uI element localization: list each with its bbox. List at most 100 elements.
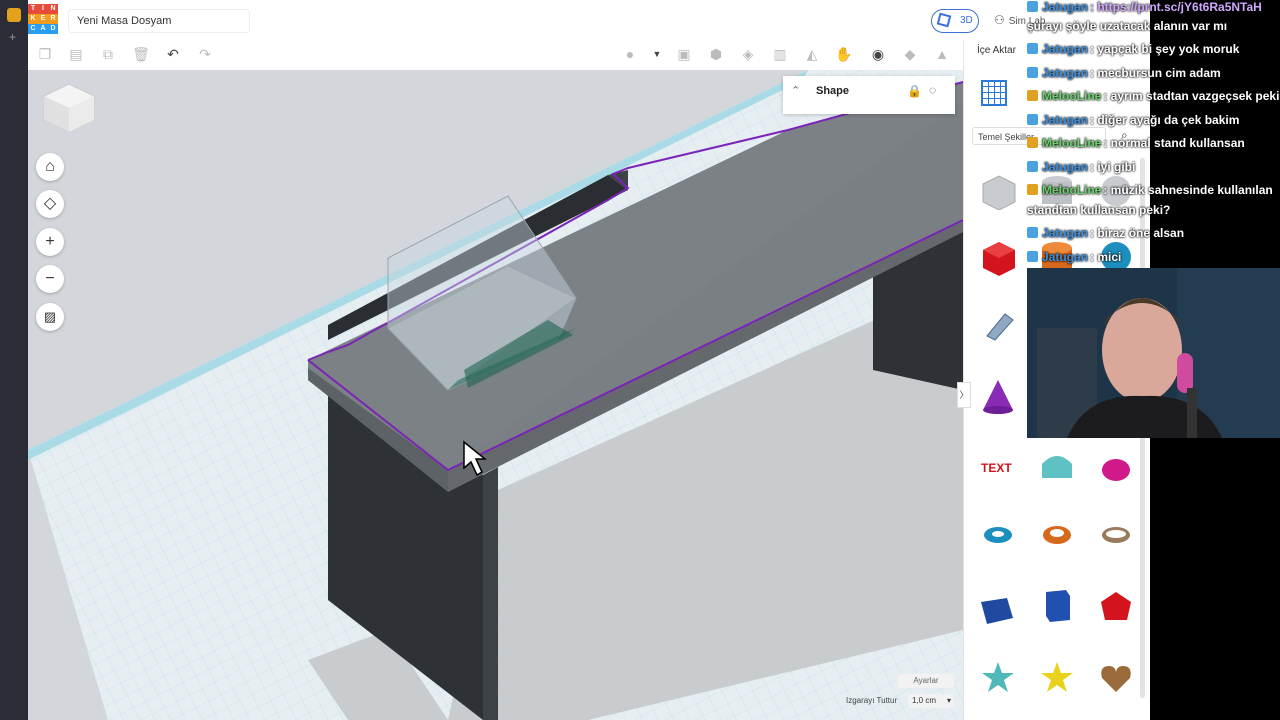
app-icon[interactable] [7, 8, 21, 22]
shape-text[interactable]: TEXT [979, 446, 1017, 484]
tinkercad-window: + T I N K E R C A D Yeni Masa Dosyam 3D … [0, 0, 1150, 720]
chat-message: Jatugan: biraz öne alsan [1027, 226, 1184, 240]
paste-icon[interactable]: ▤ [67, 45, 85, 63]
logo-letter: C [28, 24, 38, 34]
shape-inspector-panel: ⌃ Shape 🔒 ◌ [783, 76, 955, 114]
chat-message: Jatugan: yapçak bi şey yok moruk [1027, 42, 1239, 56]
logo-letter: I [38, 4, 48, 14]
chat-badge-icon [1027, 251, 1038, 262]
chat-message: MelooLine: ayrım stadtan vazgeçsek peki [1027, 89, 1279, 103]
shape-paraboloid[interactable] [1097, 446, 1135, 484]
shape-heart[interactable] [1097, 658, 1135, 696]
settings-button[interactable]: Ayarlar [898, 674, 954, 688]
shape-panel-title: Shape [816, 85, 850, 97]
chat-message: Jatugan: mecbursun cim adam [1027, 66, 1221, 80]
chat-badge-icon [1027, 227, 1038, 238]
chat-message: Jatugan: https://prnt.sc/jY6t6Ra5NTaH [1027, 0, 1262, 14]
chat-message: MelooLine: müzik sahnesinde kullanılan [1027, 183, 1273, 197]
cruise-icon[interactable]: ✋ [835, 45, 853, 63]
collapse-panel-button[interactable]: 〉 [957, 382, 971, 408]
sim-icon: ⚇ [994, 13, 1005, 27]
webcam-image [1027, 268, 1280, 438]
note-icon[interactable]: ▣ [675, 45, 693, 63]
ungroup-icon[interactable]: ◈ [739, 45, 757, 63]
align-icon[interactable]: ▥ [771, 45, 789, 63]
zoom-out-button[interactable]: − [36, 265, 64, 293]
shape-cone[interactable] [979, 378, 1017, 416]
shape-star[interactable] [979, 658, 1017, 696]
chat-text: : ayrım stadtan vazgeçsek peki [1103, 89, 1280, 103]
top-bar: T I N K E R C A D Yeni Masa Dosyam 3D ⚇ S… [28, 0, 1150, 41]
chat-badge-icon [1027, 90, 1038, 101]
3d-workplane-viewport[interactable]: ⌂ ◇ + − ▨ ⌃ Shape 🔒 ◌ Ayarlar Izgarayı T… [28, 70, 963, 720]
light-icon[interactable]: ● [621, 45, 639, 63]
shape-box-hole[interactable] [979, 172, 1017, 210]
tinkercad-logo[interactable]: T I N K E R C A D [28, 4, 58, 34]
view-cube[interactable] [42, 80, 96, 134]
perspective-icon: ▨ [43, 309, 57, 324]
logo-letter: E [38, 14, 48, 24]
fit-view-button[interactable]: ◇ [36, 190, 64, 218]
shape-polygon[interactable] [1038, 586, 1076, 624]
chat-text: : mecbursun cim adam [1090, 66, 1221, 80]
view-3d-label: 3D [960, 15, 973, 26]
chat-message: şurayı şöyle uzatacak alanın var mı [1027, 19, 1227, 33]
scene-canvas[interactable] [28, 70, 963, 720]
grid-snap-select[interactable]: 1,0 cm ▾ [908, 694, 954, 708]
logo-letter: A [38, 24, 48, 34]
stream-chat-overlay: Jatugan: https://prnt.sc/jY6t6Ra5NTaH şur… [1027, 0, 1280, 268]
lock-icon[interactable]: 🔒 [907, 84, 922, 98]
shape-scribble[interactable] [979, 306, 1017, 344]
shape-star-solid[interactable] [1038, 658, 1076, 696]
hide-icon[interactable]: ◌ [929, 83, 936, 97]
copy-icon[interactable]: ❐ [36, 45, 54, 63]
logo-letter: K [28, 14, 38, 24]
shape-ring[interactable] [1097, 516, 1135, 554]
logo-letter: T [28, 4, 38, 14]
import-button[interactable]: İçe Aktar [977, 45, 1016, 56]
logo-letter: D [48, 24, 58, 34]
chat-username: Jatugan [1042, 42, 1089, 56]
grid-snap-value: 1,0 cm [912, 696, 937, 705]
chat-text: : müzik sahnesinde kullanılan [1103, 183, 1273, 197]
chat-badge-icon [1027, 43, 1038, 54]
group-icon[interactable]: ⬢ [707, 45, 725, 63]
workplane-icon[interactable]: ◉ [869, 45, 887, 63]
chat-username: MelooLine [1042, 183, 1102, 197]
plus-icon: + [45, 233, 55, 250]
ruler-icon[interactable]: ◆ [901, 45, 919, 63]
export-icon[interactable]: ▲ [933, 45, 951, 63]
shape-tube[interactable] [1038, 516, 1076, 554]
fit-view-icon: ◇ [43, 195, 57, 212]
redo-icon[interactable]: ↷ [196, 45, 214, 63]
mirror-icon[interactable]: ◭ [803, 45, 821, 63]
shape-wedge[interactable] [979, 590, 1017, 628]
duplicate-icon[interactable]: ⧉ [99, 45, 117, 63]
chat-username: Jatugan [1042, 160, 1089, 174]
minus-icon: − [45, 270, 55, 287]
undo-icon[interactable]: ↶ [164, 45, 182, 63]
delete-icon[interactable]: 🗑 [132, 45, 150, 63]
chat-username: Jatugan [1042, 66, 1089, 80]
chat-text: : yapçak bi şey yok moruk [1090, 42, 1240, 56]
shape-torus[interactable] [979, 516, 1017, 554]
chat-message: Jatugan: mici [1027, 250, 1121, 264]
chat-text: : normal stand kullansan [1103, 136, 1245, 150]
shape-icosahedron[interactable] [1097, 588, 1135, 626]
document-title-field[interactable]: Yeni Masa Dosyam [68, 9, 250, 33]
chat-text: standtan kullansan peki? [1027, 203, 1171, 217]
add-icon[interactable]: + [9, 30, 16, 44]
orthographic-button[interactable]: ▨ [36, 303, 64, 331]
shape-box[interactable] [979, 238, 1017, 276]
workplane-grid-icon[interactable] [981, 80, 1007, 106]
edit-toolbar: ❐ ▤ ⧉ 🗑 ↶ ↷ ● ▼ ▣ ⬢ ◈ ▥ ◭ ✋ ◉ ◆ ▲ [28, 40, 963, 71]
chat-badge-icon [1027, 137, 1038, 148]
chat-badge-icon [1027, 114, 1038, 125]
chevron-up-icon[interactable]: ⌃ [791, 84, 800, 97]
home-icon: ⌂ [45, 158, 55, 175]
view-3d-button[interactable]: 3D [931, 9, 979, 33]
shape-round-roof[interactable] [1038, 446, 1076, 484]
zoom-in-button[interactable]: + [36, 228, 64, 256]
light-dropdown-icon[interactable]: ▼ [648, 45, 666, 63]
home-view-button[interactable]: ⌂ [36, 153, 64, 181]
